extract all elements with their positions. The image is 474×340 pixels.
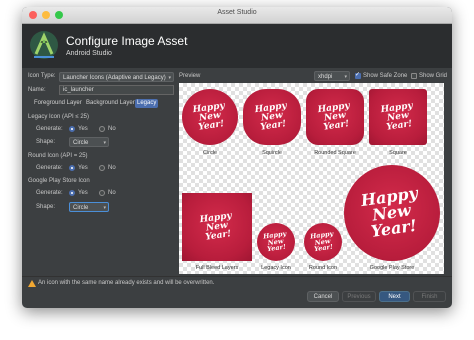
chevron-down-icon: ▾ (168, 75, 171, 81)
icon-type-dropdown[interactable]: Launcher Icons (Adaptive and Legacy) ▾ (59, 72, 174, 82)
title-bar: Asset Studio (22, 7, 452, 24)
asset-studio-window: Asset Studio Configure Image Asset Andro… (22, 7, 452, 308)
square-icon-preview: Happy New Year! (369, 89, 427, 145)
show-safe-zone-label: Show Safe Zone (363, 73, 408, 79)
play-shape-value: Circle (73, 205, 89, 211)
android-studio-logo-icon (30, 31, 58, 59)
round-generate-yes-radio[interactable] (69, 165, 75, 171)
legacy-shape-dropdown[interactable]: Circle ▾ (69, 137, 109, 147)
round-generate-no-radio[interactable] (99, 165, 105, 171)
wizard-header: Configure Image Asset Android Studio (22, 24, 452, 68)
show-grid-label: Show Grid (419, 73, 448, 79)
warning-text: An icon with the same name already exist… (38, 280, 215, 286)
caption-full-bleed-layers: Full Bleed Layers (195, 265, 239, 271)
round-icon-section-title: Round Icon (API = 25) (28, 153, 88, 159)
legacy-shape-value: Circle (73, 140, 89, 146)
name-field[interactable]: ic_launcher (59, 85, 174, 95)
tab-background-layer[interactable]: Background Layer (84, 99, 137, 108)
icon-text: Happy New Year! (309, 229, 335, 254)
rounded-square-icon-preview: Happy New Year! (306, 89, 364, 145)
finish-button[interactable]: Finish (413, 291, 446, 302)
squircle-icon-preview: Happy New Year! (243, 89, 301, 145)
play-shape-dropdown[interactable]: Circle ▾ (69, 202, 109, 212)
chevron-down-icon: ▾ (103, 205, 106, 211)
divider (22, 276, 452, 277)
play-store-icon-preview: Happy New Year! (344, 165, 440, 261)
caption-circle: Circle (202, 150, 218, 156)
play-yes-label: Yes (78, 190, 88, 196)
legacy-icon-section-title: Legacy Icon (API ≤ 25) (28, 114, 89, 120)
play-no-label: No (108, 190, 116, 196)
play-shape-label: Shape: (36, 204, 56, 210)
icon-text: Happy New Year! (254, 100, 288, 133)
wizard-title: Configure Image Asset (66, 34, 188, 48)
icon-text: Happy New Year! (380, 100, 414, 133)
legacy-generate-no-radio[interactable] (99, 126, 105, 132)
tab-foreground-layer[interactable]: Foreground Layer (32, 99, 84, 108)
round-yes-label: Yes (78, 165, 88, 171)
caption-squircle: Squircle (262, 150, 282, 156)
icon-text: Happy New Year! (262, 229, 288, 254)
icon-text: Happy New Year! (360, 183, 420, 241)
legacy-generate-yes-radio[interactable] (69, 126, 75, 132)
icon-type-label: Icon Type: (28, 73, 56, 79)
legacy-yes-label: Yes (78, 126, 88, 132)
circle-icon-preview: Happy New Year! (182, 89, 238, 145)
preview-panel: Happy New Year! Circle Happy New Year! Squir… (179, 83, 444, 274)
warning-bar: An icon with the same name already exist… (22, 278, 452, 290)
play-generate-yes-radio[interactable] (69, 190, 75, 196)
icon-type-value: Launcher Icons (Adaptive and Legacy) (63, 75, 166, 81)
caption-square: Square (389, 150, 407, 156)
legacy-no-label: No (108, 126, 116, 132)
next-button[interactable]: Next (379, 291, 410, 302)
name-label: Name: (28, 87, 46, 93)
icon-text: Happy New Year! (192, 100, 226, 133)
cancel-button[interactable]: Cancel (307, 291, 339, 302)
wizard-subtitle: Android Studio (66, 50, 112, 57)
caption-legacy-icon: Legacy Icon (261, 265, 291, 271)
show-safe-zone-checkbox[interactable] (355, 71, 361, 79)
play-generate-no-radio[interactable] (99, 190, 105, 196)
window-title: Asset Studio (217, 9, 257, 16)
tab-legacy[interactable]: Legacy (135, 99, 159, 108)
density-dropdown[interactable]: xhdpi ▾ (314, 71, 350, 81)
round-icon-preview: Happy New Year! (304, 223, 342, 261)
chevron-down-icon: ▾ (344, 74, 347, 80)
density-value: xhdpi (318, 74, 333, 80)
legacy-icon-preview: Happy New Year! (257, 223, 295, 261)
icon-text: Happy New Year! (199, 210, 233, 243)
warning-icon (28, 280, 36, 287)
caption-rounded-square: Rounded Square (314, 150, 356, 156)
icon-text: Happy New Year! (317, 100, 351, 133)
preview-label: Preview (179, 73, 201, 79)
legacy-generate-label: Generate: (36, 126, 63, 132)
play-store-icon-section-title: Google Play Store Icon (28, 178, 90, 184)
round-generate-label: Generate: (36, 165, 63, 171)
previous-button[interactable]: Previous (342, 291, 376, 302)
caption-google-play-store: Google Play Store (369, 265, 415, 271)
legacy-shape-label: Shape: (36, 139, 56, 145)
full-bleed-layers-icon-preview: Happy New Year! (182, 193, 252, 261)
round-no-label: No (108, 165, 116, 171)
chevron-down-icon: ▾ (103, 140, 106, 146)
caption-round-icon: Round Icon (308, 265, 338, 271)
play-generate-label: Generate: (36, 190, 63, 196)
show-grid-checkbox[interactable] (411, 73, 417, 79)
